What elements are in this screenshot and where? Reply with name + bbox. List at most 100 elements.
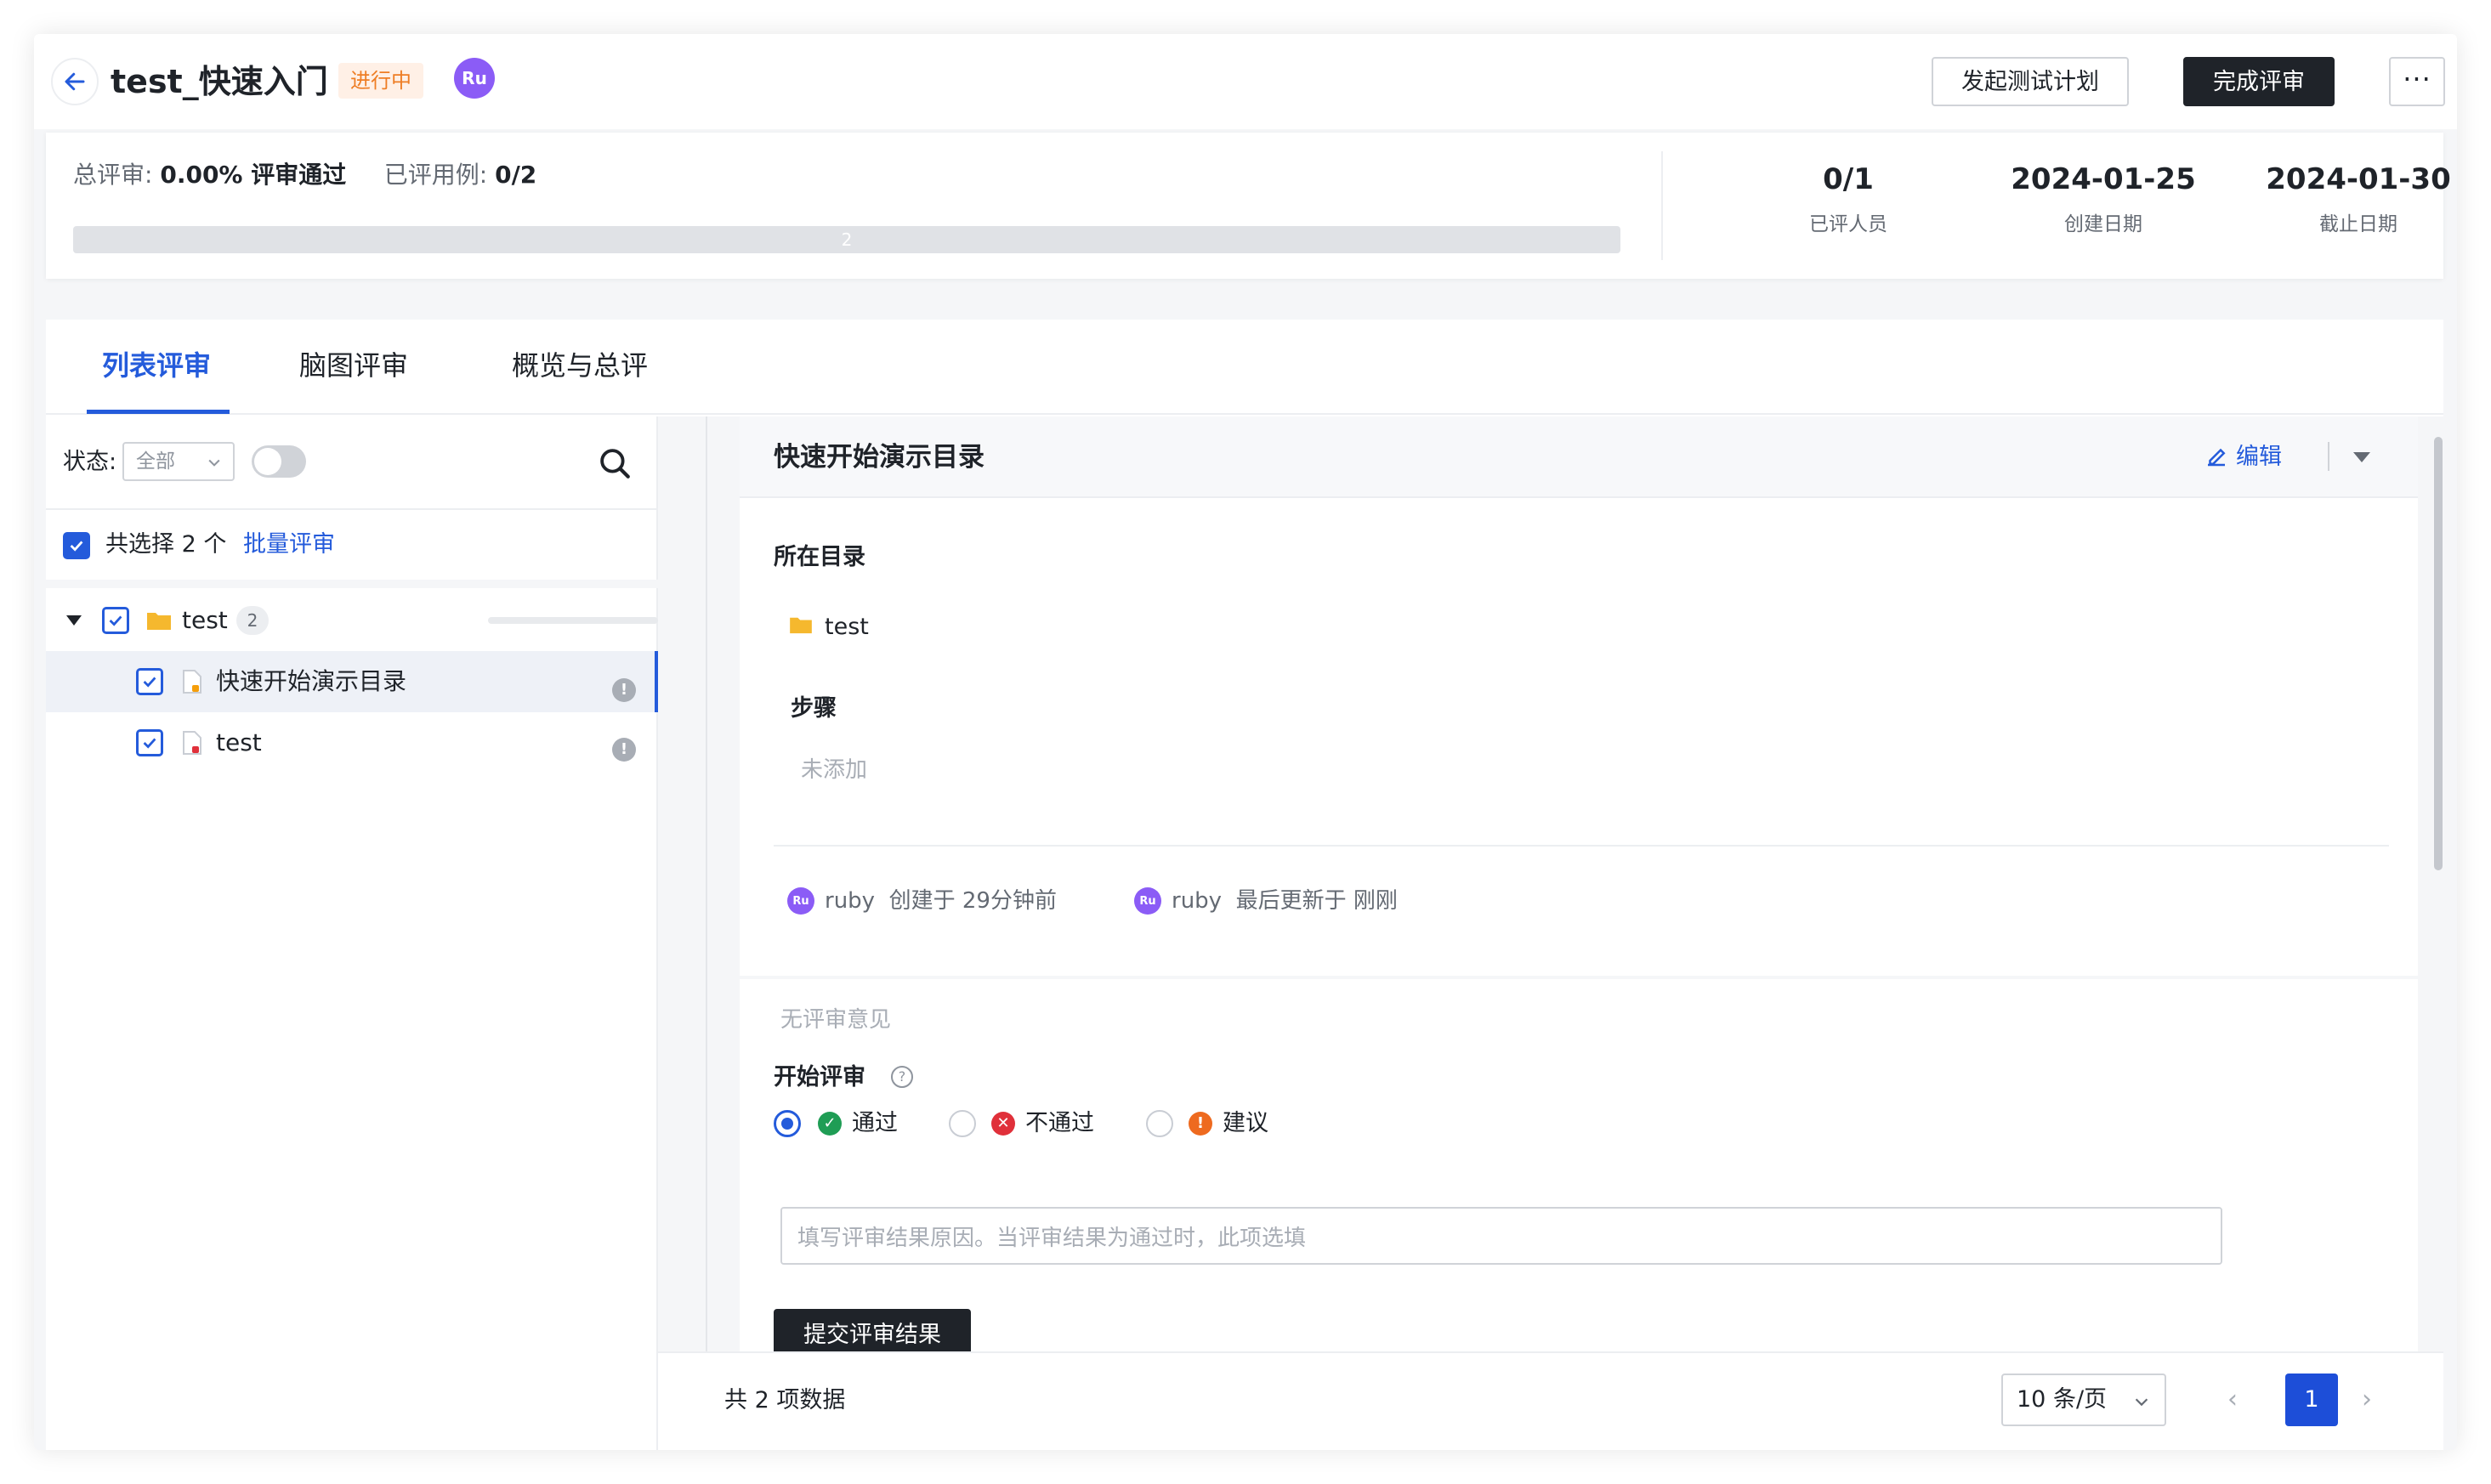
tab-overview[interactable]: 概览与总评 bbox=[512, 345, 648, 386]
avatar[interactable]: Ru bbox=[454, 58, 495, 99]
case-checkbox[interactable] bbox=[136, 668, 163, 695]
folder-icon bbox=[147, 613, 171, 630]
complete-review-button[interactable]: 完成评审 bbox=[2183, 57, 2335, 106]
case-name: test bbox=[216, 728, 262, 756]
check-icon bbox=[143, 738, 156, 749]
chevron-down-icon bbox=[208, 459, 220, 467]
prev-page-button[interactable]: ‹ bbox=[2227, 1385, 2238, 1414]
case-name: 快速开始演示目录 bbox=[216, 667, 407, 695]
page-number-button[interactable]: 1 bbox=[2285, 1374, 2338, 1426]
tree-folder-row[interactable]: test 2 bbox=[46, 590, 658, 651]
divider bbox=[774, 845, 2389, 847]
updated-time: 最后更新于 刚刚 bbox=[1235, 888, 1398, 914]
suggest-radio[interactable] bbox=[1146, 1110, 1173, 1137]
help-icon[interactable]: ? bbox=[891, 1066, 913, 1088]
detail-scrollbar[interactable] bbox=[2433, 416, 2443, 1351]
info-icon[interactable]: ! bbox=[612, 678, 636, 702]
tree-case-row[interactable]: test ! bbox=[46, 712, 656, 773]
total-review-label: 总评审: bbox=[73, 161, 153, 189]
folder-checkbox[interactable] bbox=[102, 607, 129, 634]
updater-name: ruby bbox=[1172, 888, 1223, 914]
page-header: test_快速入门 进行中 Ru 发起测试计划 完成评审 ··· bbox=[34, 34, 2457, 129]
folder-icon bbox=[790, 617, 812, 634]
pass-radio[interactable] bbox=[774, 1110, 801, 1137]
active-tab-indicator bbox=[87, 410, 230, 414]
status-badge: 进行中 bbox=[338, 63, 423, 99]
status-filter-select[interactable]: 全部 bbox=[122, 442, 235, 481]
selection-bar: 共选择 2 个 批量评审 bbox=[46, 512, 658, 580]
case-tree-pane: 状态: 全部 共选择 2 个 批量评审 test 2 快速开始演示目录 ! te… bbox=[46, 416, 658, 1450]
select-all-checkbox[interactable] bbox=[63, 532, 90, 559]
check-icon bbox=[109, 615, 122, 626]
check-icon bbox=[70, 541, 83, 552]
review-reason-input[interactable] bbox=[780, 1207, 2222, 1265]
search-icon[interactable] bbox=[597, 445, 633, 481]
caret-down-icon[interactable] bbox=[2353, 452, 2370, 462]
review-progress-bar: 2 bbox=[73, 226, 1620, 253]
more-options-button[interactable]: ··· bbox=[2389, 57, 2445, 106]
no-comments-text: 无评审意见 bbox=[780, 1007, 892, 1033]
total-count-text: 共 2 项数据 bbox=[724, 1387, 846, 1413]
updater-avatar: Ru bbox=[1134, 887, 1161, 915]
tree-case-row[interactable]: 快速开始演示目录 ! bbox=[46, 651, 658, 712]
start-test-plan-button[interactable]: 发起测试计划 bbox=[1932, 57, 2129, 106]
back-button[interactable] bbox=[51, 58, 99, 105]
created-date-stat: 2024-01-25 创建日期 bbox=[1976, 158, 2231, 241]
check-icon bbox=[143, 677, 156, 688]
folder-count-badge: 2 bbox=[236, 606, 269, 635]
creator-avatar: Ru bbox=[787, 887, 814, 915]
file-warning-icon bbox=[183, 670, 201, 694]
batch-review-link[interactable]: 批量评审 bbox=[243, 527, 335, 563]
case-checkbox[interactable] bbox=[136, 729, 163, 756]
reviewed-cases-label: 已评用例: bbox=[383, 161, 488, 189]
review-summary-card: 总评审: 0.00% 评审通过 已评用例: 0/2 2 0/1 已评人员 202… bbox=[46, 133, 2451, 279]
updated-meta: ruby 最后更新于 刚刚 bbox=[1172, 884, 1398, 918]
due-date-stat: 2024-01-30 截止日期 bbox=[2231, 158, 2457, 241]
progress-text: 2 bbox=[841, 229, 853, 250]
suggest-status-icon: ! bbox=[1189, 1112, 1212, 1136]
edit-label: 编辑 bbox=[2236, 444, 2282, 470]
detail-header: 快速开始演示目录 编辑 bbox=[740, 416, 2418, 498]
arrow-left-icon bbox=[65, 72, 85, 91]
tab-list-review[interactable]: 列表评审 bbox=[102, 345, 211, 386]
divider bbox=[2328, 442, 2329, 471]
review-tabs: 列表评审 脑图评审 概览与总评 bbox=[46, 320, 2443, 415]
fail-label[interactable]: 不通过 bbox=[1025, 1107, 1094, 1141]
created-date-caption: 创建日期 bbox=[2064, 213, 2142, 235]
file-error-icon bbox=[183, 731, 201, 755]
pass-label[interactable]: 通过 bbox=[852, 1107, 898, 1141]
case-detail-card: 快速开始演示目录 编辑 所在目录 test 步骤 未添加 Ru ruby 创建于… bbox=[740, 416, 2418, 1360]
directory-label: 所在目录 bbox=[774, 544, 865, 570]
pencil-icon bbox=[2208, 448, 2226, 467]
status-filter-label: 状态: bbox=[63, 449, 117, 475]
pass-status-icon: ✓ bbox=[818, 1112, 842, 1136]
creator-name: ruby bbox=[825, 888, 876, 914]
total-review-value: 0.00% 评审通过 bbox=[160, 161, 347, 189]
status-filter-value: 全部 bbox=[136, 450, 175, 473]
toggle-knob bbox=[254, 448, 281, 475]
fail-radio[interactable] bbox=[949, 1110, 976, 1137]
app-window: test_快速入门 进行中 Ru 发起测试计划 完成评审 ··· 总评审: 0.… bbox=[34, 34, 2457, 1450]
divider bbox=[740, 976, 2418, 979]
filter-toggle[interactable] bbox=[252, 445, 306, 478]
due-date-value: 2024-01-30 bbox=[2266, 162, 2451, 196]
info-icon[interactable]: ! bbox=[612, 738, 636, 762]
created-meta: ruby 创建于 29分钟前 bbox=[825, 884, 1057, 918]
reviewers-caption: 已评人员 bbox=[1809, 213, 1887, 235]
selected-count-text: 共选择 2 个 bbox=[105, 531, 227, 558]
due-date-caption: 截止日期 bbox=[2319, 213, 2397, 235]
page-size-value: 10 条/页 bbox=[2017, 1386, 2108, 1413]
next-page-button[interactable]: › bbox=[2362, 1385, 2372, 1414]
page-size-select[interactable]: 10 条/页 bbox=[2001, 1374, 2166, 1426]
review-main-panel: 列表评审 脑图评审 概览与总评 状态: 全部 共选择 2 个 批量评审 test… bbox=[46, 320, 2443, 1450]
summary-line: 总评审: 0.00% 评审通过 已评用例: 0/2 bbox=[73, 158, 536, 192]
caret-down-icon[interactable] bbox=[65, 612, 83, 629]
pagination-bar: 共 2 项数据 10 条/页 ‹ 1 › bbox=[658, 1351, 2443, 1450]
suggest-label[interactable]: 建议 bbox=[1223, 1107, 1268, 1141]
edit-button[interactable]: 编辑 bbox=[2208, 437, 2282, 478]
created-time: 创建于 29分钟前 bbox=[888, 888, 1057, 914]
steps-label: 步骤 bbox=[791, 695, 837, 722]
scrollbar-thumb[interactable] bbox=[2434, 437, 2443, 870]
tree-scrollbar[interactable] bbox=[488, 617, 658, 624]
tab-mindmap-review[interactable]: 脑图评审 bbox=[299, 345, 408, 386]
